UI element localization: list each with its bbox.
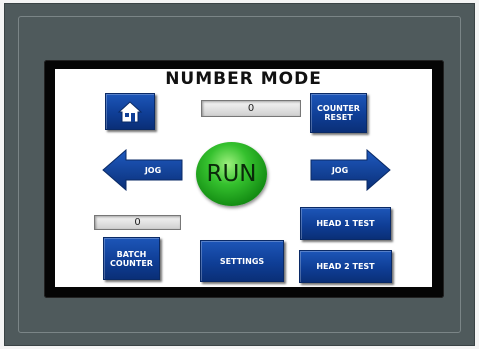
jog-left-label: JOG bbox=[144, 165, 162, 175]
jog-right-button[interactable]: JOG bbox=[309, 148, 391, 192]
hmi-screen: NUMBER MODE 0 COUNTER RESET JOG RUN JOG … bbox=[55, 69, 432, 287]
batch-counter-line2: COUNTER bbox=[110, 258, 153, 268]
batch-display: 0 bbox=[94, 215, 181, 230]
jog-right-label: JOG bbox=[331, 165, 349, 175]
counter-reset-line1: COUNTER bbox=[317, 104, 360, 113]
batch-counter-button[interactable]: BATCH COUNTER bbox=[103, 237, 160, 280]
batch-counter-line1: BATCH bbox=[116, 249, 147, 259]
run-label: RUN bbox=[206, 161, 257, 187]
head-2-test-button[interactable]: HEAD 2 TEST bbox=[299, 250, 392, 283]
home-icon bbox=[117, 100, 143, 122]
jog-left-button[interactable]: JOG bbox=[102, 148, 184, 192]
run-button[interactable]: RUN bbox=[196, 142, 267, 206]
head-1-test-button[interactable]: HEAD 1 TEST bbox=[300, 207, 391, 240]
settings-button[interactable]: SETTINGS bbox=[200, 240, 284, 282]
page-title: NUMBER MODE bbox=[165, 69, 322, 89]
counter-display: 0 bbox=[201, 100, 301, 117]
counter-reset-button[interactable]: COUNTER RESET bbox=[310, 93, 367, 133]
counter-reset-line2: RESET bbox=[324, 113, 353, 122]
home-button[interactable] bbox=[105, 93, 155, 130]
